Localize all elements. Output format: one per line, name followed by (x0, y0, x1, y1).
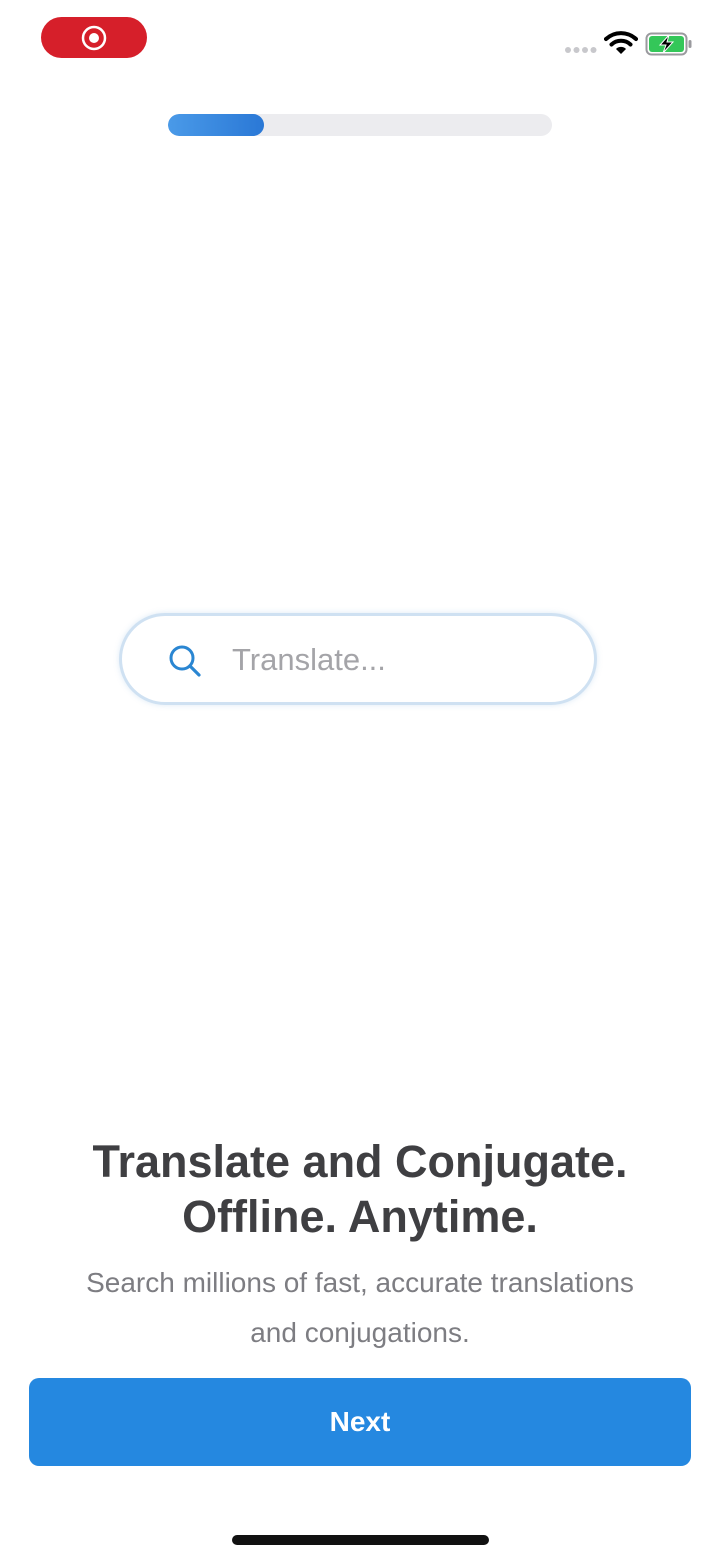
subtitle-line-2: and conjugations. (250, 1317, 470, 1348)
subtitle-line-1: Search millions of fast, accurate transl… (86, 1267, 634, 1298)
screen-record-icon (81, 25, 107, 50)
onboarding-headline: Translate and Conjugate. Offline. Anytim… (0, 1134, 720, 1244)
onboarding-subtitle: Search millions of fast, accurate transl… (40, 1258, 680, 1358)
home-indicator[interactable] (232, 1535, 489, 1545)
wifi-icon (604, 31, 638, 54)
headline-line-1: Translate and Conjugate. (92, 1136, 628, 1187)
onboarding-progress-bar (168, 114, 552, 136)
headline-line-2: Offline. Anytime. (182, 1191, 538, 1242)
next-button[interactable]: Next (29, 1378, 691, 1466)
search-field[interactable] (119, 613, 597, 705)
battery-charging-icon (645, 32, 692, 56)
search-input[interactable] (232, 634, 572, 686)
search-icon (169, 645, 201, 677)
signal-dots-icon (565, 47, 597, 53)
screen-recording-indicator[interactable] (41, 17, 147, 58)
onboarding-progress-fill (168, 114, 264, 136)
